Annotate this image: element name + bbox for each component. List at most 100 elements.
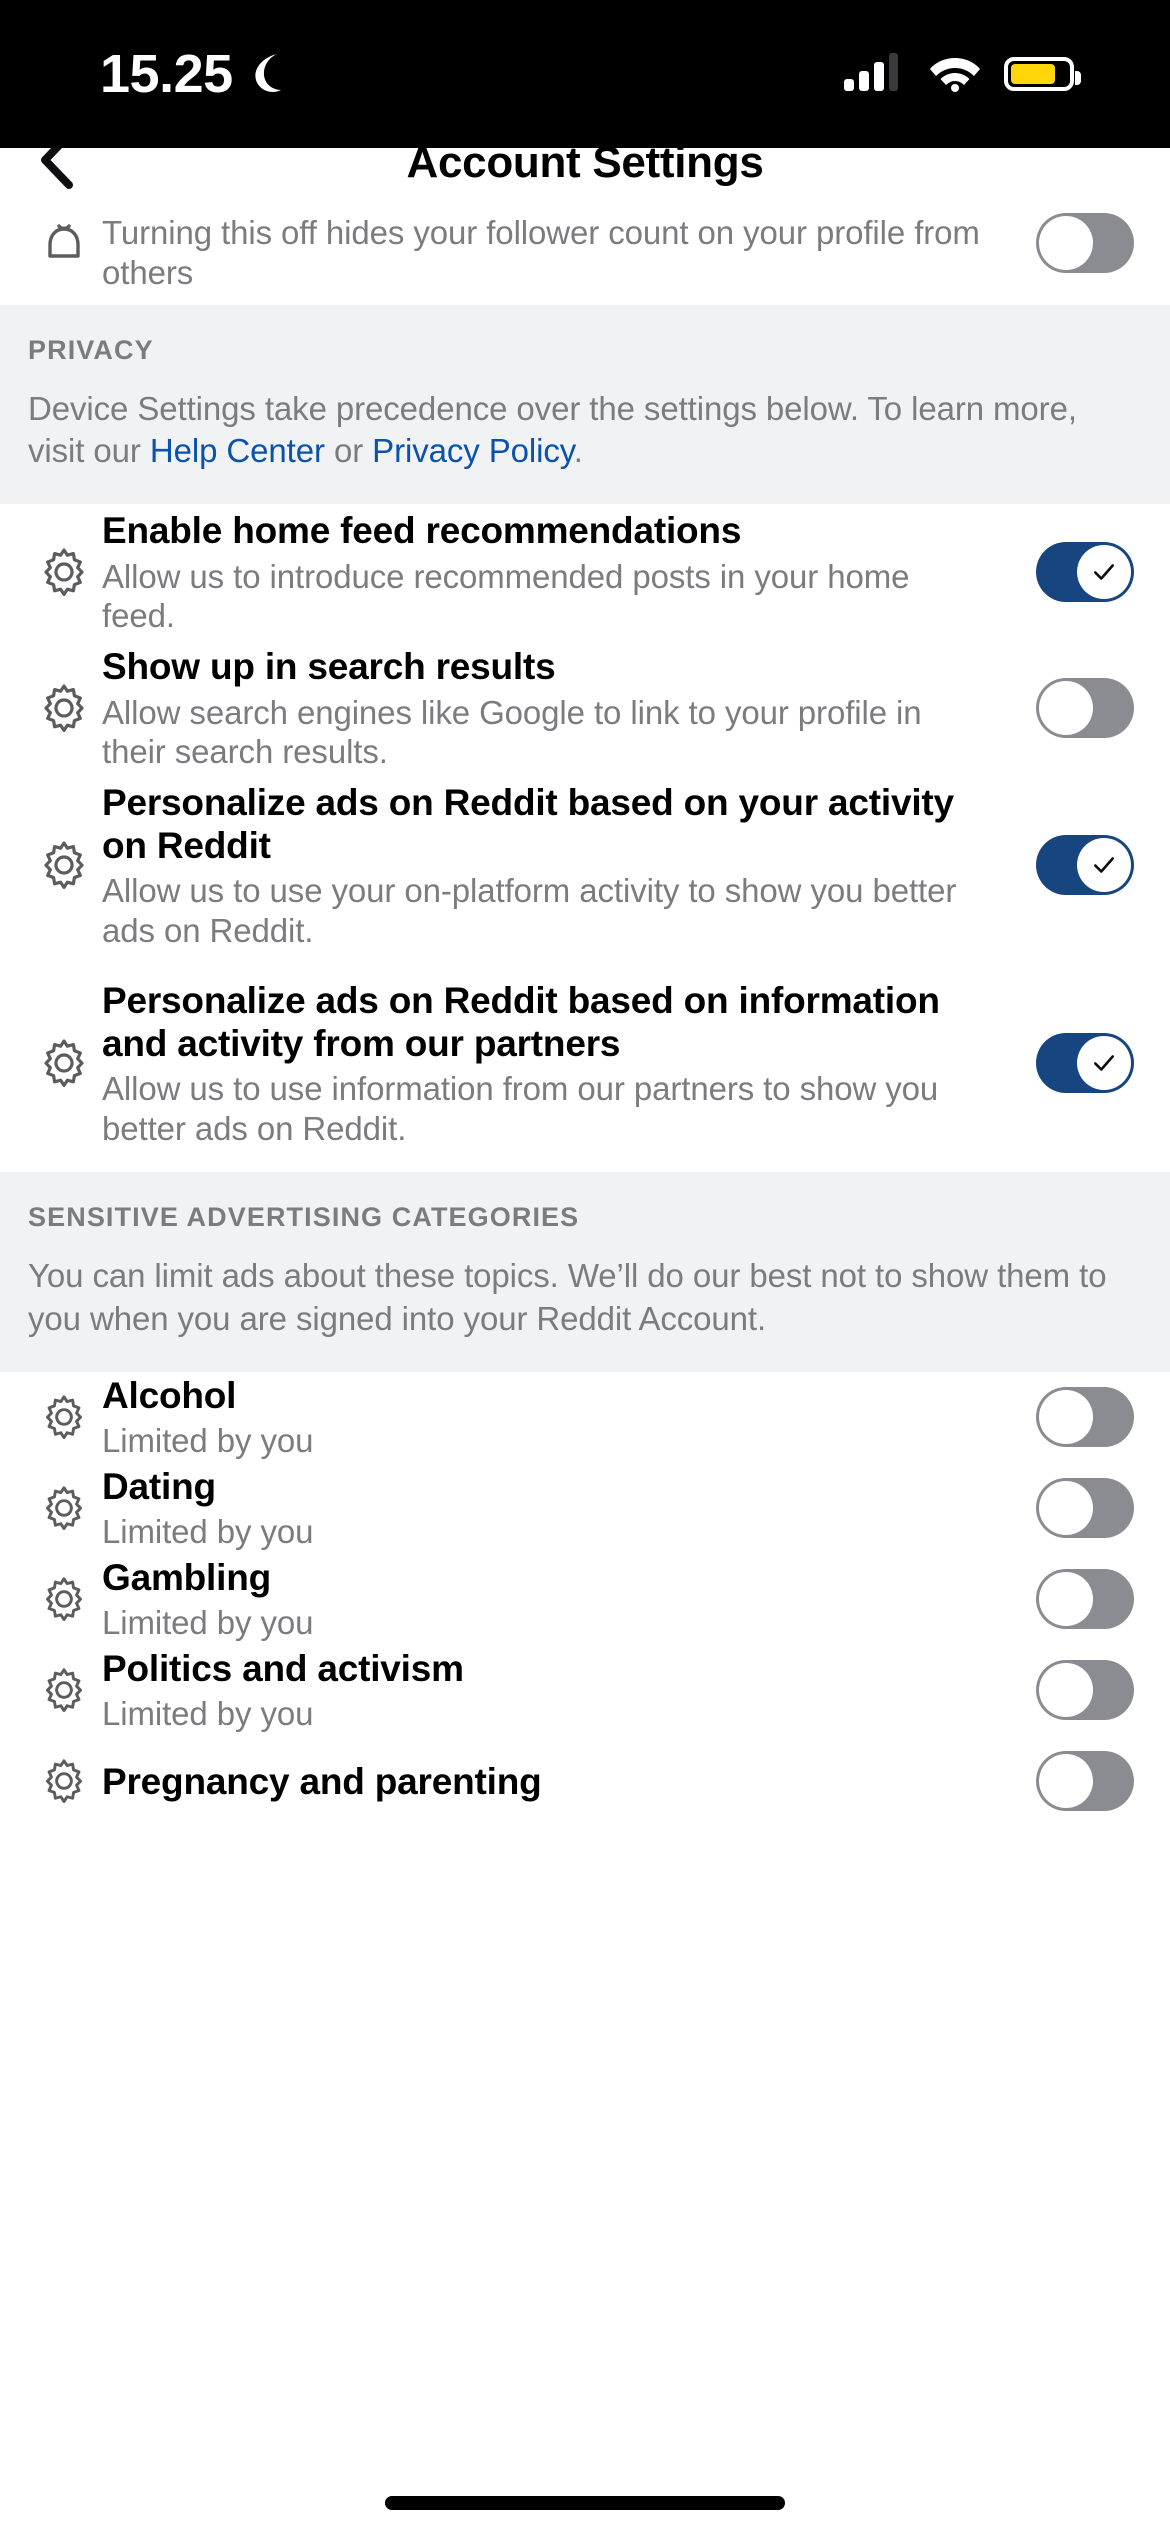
row-politics-and-activism[interactable]: Politics and activism Limited by you [0, 1644, 1170, 1736]
row-subtitle: Allow us to use your on-platform activit… [102, 872, 957, 949]
row-title: Personalize ads on Reddit based on your … [102, 781, 954, 866]
row-subtitle: Limited by you [102, 1513, 314, 1551]
toggle-knob [1039, 1481, 1093, 1536]
gear-icon [26, 1759, 102, 1804]
row-subtitle: Limited by you [102, 1604, 314, 1642]
row-text: Personalize ads on Reddit based on your … [102, 781, 1014, 951]
status-bar-right [844, 52, 1081, 97]
toggle-knob [1077, 838, 1131, 893]
row-title: Enable home feed recommendations [102, 510, 742, 552]
phone-screen: 15.25 Account Settings Turning this off … [0, 0, 1170, 2532]
row-subtitle: Allow search engines like Google to link… [102, 693, 922, 771]
toggle-knob [1039, 1390, 1093, 1445]
toggle-gambling[interactable] [1036, 1569, 1134, 1630]
row-personalize-ads-partners[interactable]: Personalize ads on Reddit based on infor… [0, 954, 1170, 1173]
row-control [1014, 1660, 1134, 1721]
battery-icon [1004, 57, 1081, 91]
privacy-section-label: PRIVACY [28, 335, 154, 365]
follower-count-toggle[interactable] [1036, 213, 1134, 273]
row-control [1014, 1387, 1134, 1448]
check-icon [1094, 857, 1114, 874]
row-control [1014, 1751, 1134, 1812]
follower-count-control [1014, 213, 1134, 273]
account-settings-sheet: Account Settings Turning this off hides … [0, 113, 1170, 2532]
gear-icon [26, 1668, 102, 1713]
bell-icon [26, 213, 102, 273]
row-title: Personalize ads on Reddit based on infor… [102, 979, 940, 1064]
row-text: Personalize ads on Reddit based on infor… [102, 979, 1014, 1149]
category-rows-list: Alcohol Limited by you Dating Limited by… [0, 1371, 1170, 1827]
privacy-section-body: Device Settings take precedence over the… [28, 388, 1142, 472]
row-pregnancy-and-parenting[interactable]: Pregnancy and parenting [0, 1735, 1170, 1827]
toggle-pregnancy-and-parenting[interactable] [1036, 1751, 1134, 1812]
row-title: Show up in search results [102, 646, 556, 688]
sensitive-section-body: You can limit ads about these topics. We… [28, 1257, 1107, 1337]
cellular-bars-icon [844, 52, 906, 96]
row-subtitle: Limited by you [102, 1422, 314, 1460]
toggle-knob [1039, 1663, 1093, 1718]
row-control [1014, 1033, 1134, 1094]
check-icon [1094, 564, 1114, 581]
gear-icon [26, 1486, 102, 1531]
row-title: Gambling [102, 1557, 272, 1598]
toggle-personalize-ads-activity[interactable] [1036, 835, 1134, 896]
row-control [1014, 1569, 1134, 1630]
wifi-icon [928, 52, 982, 97]
toggle-knob [1039, 681, 1093, 736]
home-indicator[interactable] [385, 2496, 785, 2510]
row-control [1014, 542, 1134, 603]
gear-icon [26, 841, 102, 890]
row-personalize-ads-activity[interactable]: Personalize ads on Reddit based on your … [0, 776, 1170, 955]
row-control [1014, 835, 1134, 896]
privacy-rows-list: Enable home feed recommendations Allow u… [0, 504, 1170, 1173]
crescent-moon-icon [247, 52, 287, 96]
row-title: Politics and activism [102, 1648, 464, 1689]
toggle-knob [1039, 1754, 1093, 1809]
gear-icon [26, 1039, 102, 1088]
status-bar-time: 15.25 [100, 44, 233, 104]
row-text: Show up in search results Allow search e… [102, 645, 1014, 771]
toggle-dating[interactable] [1036, 1478, 1134, 1539]
gear-icon [26, 1577, 102, 1622]
row-subtitle: Allow us to use information from our par… [102, 1070, 939, 1147]
toggle-knob [1039, 1572, 1093, 1627]
follower-count-row[interactable]: Turning this off hides your follower cou… [0, 213, 1170, 305]
toggle-enable-home-feed-recommendations[interactable] [1036, 542, 1134, 603]
gear-icon [26, 548, 102, 597]
toggle-alcohol[interactable] [1036, 1387, 1134, 1448]
privacy-body-middle: or [324, 432, 373, 470]
row-enable-home-feed-recommendations[interactable]: Enable home feed recommendations Allow u… [0, 504, 1170, 641]
row-title: Dating [102, 1466, 216, 1507]
toggle-personalize-ads-partners[interactable] [1036, 1033, 1134, 1094]
row-control [1014, 678, 1134, 739]
follower-count-text: Turning this off hides your follower cou… [102, 213, 1014, 292]
privacy-policy-link[interactable]: Privacy Policy [372, 432, 574, 469]
toggle-knob [1077, 1036, 1131, 1091]
privacy-section-header: PRIVACY Device Settings take precedence … [0, 305, 1170, 505]
check-icon [1094, 1055, 1114, 1072]
battery-fill [1011, 64, 1055, 84]
row-text: Gambling Limited by you [102, 1556, 1014, 1643]
row-gambling[interactable]: Gambling Limited by you [0, 1553, 1170, 1645]
row-title: Pregnancy and parenting [102, 1760, 542, 1802]
help-center-link[interactable]: Help Center [150, 432, 325, 469]
row-show-up-in-search-results[interactable]: Show up in search results Allow search e… [0, 640, 1170, 777]
toggle-show-up-in-search-results[interactable] [1036, 678, 1134, 739]
row-text: Pregnancy and parenting [102, 1760, 1014, 1803]
sensitive-section-label: SENSITIVE ADVERTISING CATEGORIES [28, 1202, 580, 1233]
toggle-knob [1077, 545, 1131, 600]
row-title: Alcohol [102, 1375, 237, 1416]
sensitive-section-header: SENSITIVE ADVERTISING CATEGORIES You can… [0, 1172, 1170, 1372]
row-subtitle: Limited by you [102, 1695, 314, 1733]
row-subtitle: Allow us to introduce recommended posts … [102, 557, 910, 635]
toggle-knob [1039, 216, 1093, 270]
gear-icon [26, 684, 102, 733]
row-text: Politics and activism Limited by you [102, 1647, 1014, 1734]
row-alcohol[interactable]: Alcohol Limited by you [0, 1371, 1170, 1463]
row-dating[interactable]: Dating Limited by you [0, 1462, 1170, 1554]
row-control [1014, 1478, 1134, 1539]
follower-count-subtitle: Turning this off hides your follower cou… [102, 214, 980, 291]
row-text: Enable home feed recommendations Allow u… [102, 509, 1014, 635]
gear-icon [26, 1395, 102, 1440]
toggle-politics-and-activism[interactable] [1036, 1660, 1134, 1721]
